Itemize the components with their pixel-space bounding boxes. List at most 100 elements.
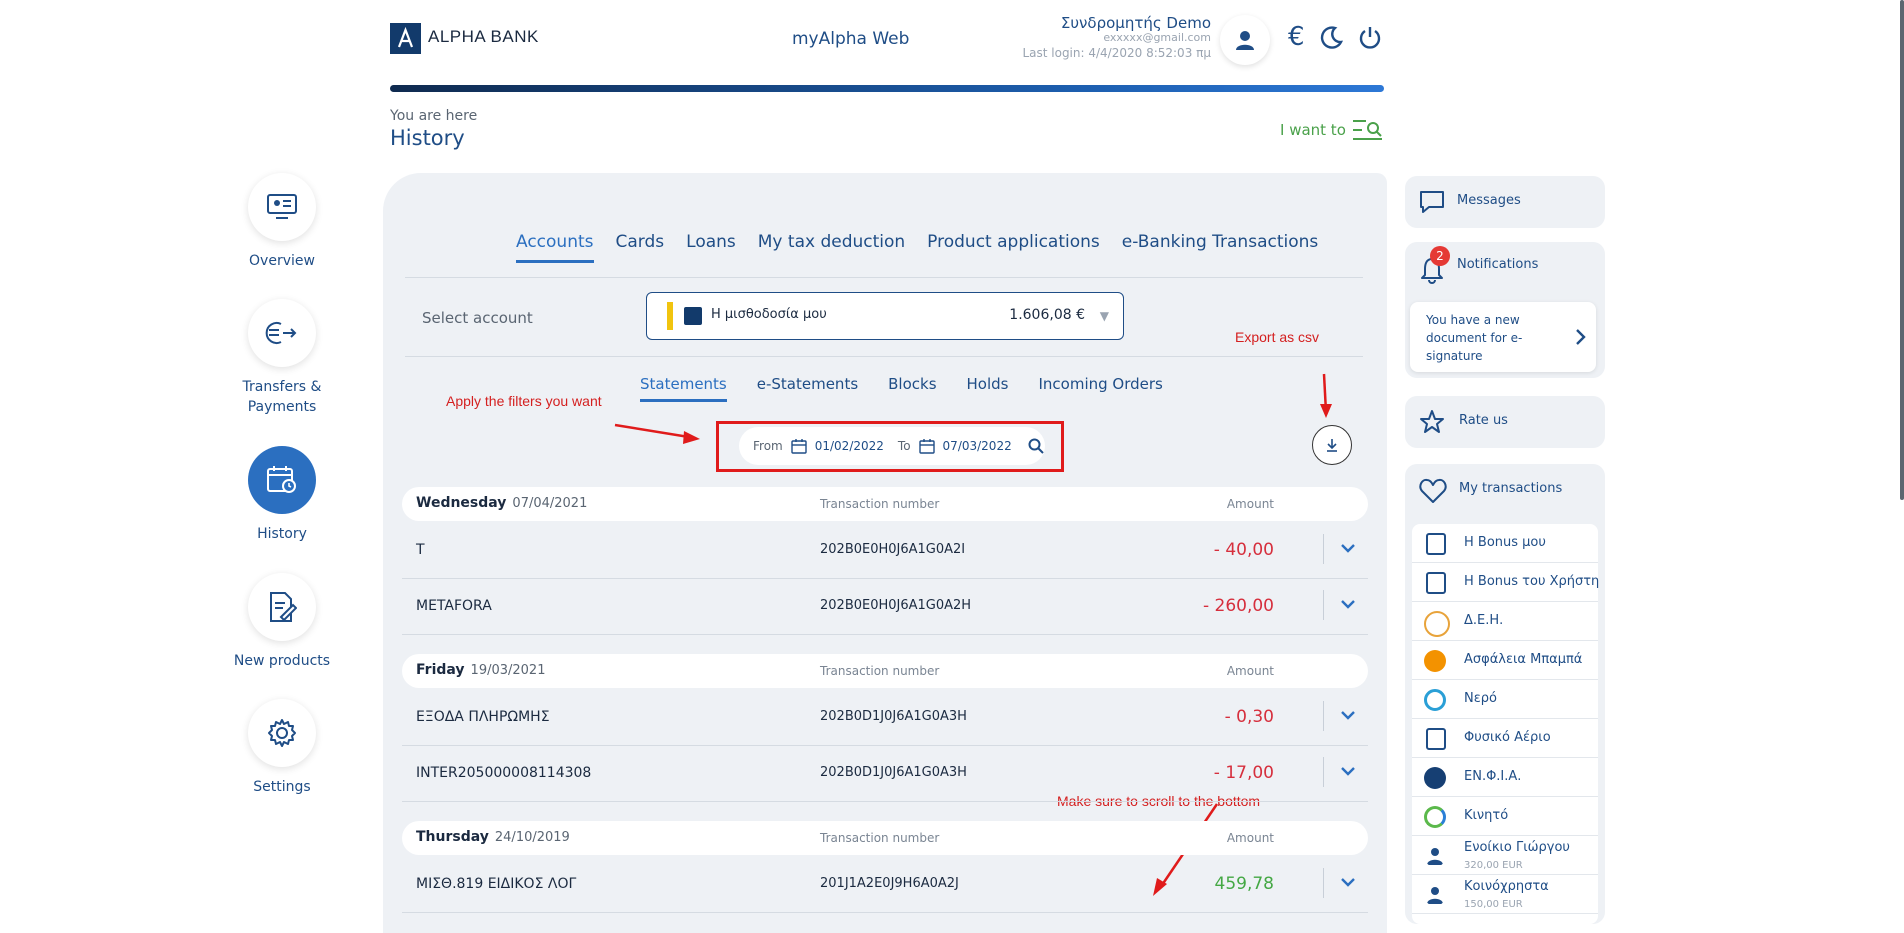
bonus-icon xyxy=(1426,533,1446,555)
shortcut-list: Η Bonus μου Η Bonus του Χρήστη Δ.Ε.Η. Ασ… xyxy=(1412,524,1600,924)
bonus-icon xyxy=(1426,572,1446,594)
shortcut-item[interactable]: Φυσικό Αέριο xyxy=(1412,719,1598,758)
messages-card[interactable]: Messages xyxy=(1405,176,1605,228)
col-transaction-number: Transaction number xyxy=(820,831,940,845)
rate-us-card[interactable]: Rate us xyxy=(1405,396,1605,448)
day-header: Thursday 24/10/2019 Transaction number Am… xyxy=(402,821,1368,855)
tx-amount: 459,78 xyxy=(1214,874,1274,894)
transaction-row[interactable]: T 202B0E0H0J6A1G0A2I - 40,00 xyxy=(402,522,1368,579)
tx-description: INTER205000008114308 xyxy=(416,765,592,781)
mobile-icon xyxy=(1424,806,1446,828)
divider xyxy=(1323,701,1324,731)
calendar-icon[interactable] xyxy=(791,438,807,454)
download-icon xyxy=(1327,439,1337,452)
transaction-row[interactable]: INTER205000008114308 202B0D1J0J6A1G0A3H … xyxy=(402,745,1368,802)
tx-number: 202B0D1J0J6A1G0A3H xyxy=(820,765,967,780)
day-name: Wednesday 07/04/2021 xyxy=(416,495,588,511)
tx-description: ΕΞΟΔΑ ΠΛΗΡΩΜΗΣ xyxy=(416,709,550,725)
tx-number: 201J1A2E0J9H6A0A2J xyxy=(820,876,959,891)
calendar-icon[interactable] xyxy=(918,438,935,454)
tx-description: ΜΙΣΘ.819 ΕΙΔΙΚΟΣ ΛΟΓ xyxy=(416,876,577,892)
tx-description: T xyxy=(416,542,425,558)
shortcut-item[interactable]: Η Bonus μου xyxy=(1412,524,1598,563)
search-icon[interactable] xyxy=(1028,438,1044,454)
chevron-down-icon[interactable] xyxy=(1338,705,1358,725)
from-date-input[interactable]: 01/02/2022 xyxy=(815,439,884,453)
tx-amount: - 260,00 xyxy=(1202,596,1274,616)
chat-bubble-icon xyxy=(1420,191,1444,213)
shortcut-item[interactable]: ΕΝ.Φ.Ι.Α. xyxy=(1412,758,1598,797)
notification-text: You have a new document for e-signature xyxy=(1426,313,1523,363)
day-name: Thursday 24/10/2019 xyxy=(416,829,570,845)
shortcut-item[interactable]: Κοινόχρηστα 150,00 EUR xyxy=(1412,875,1598,914)
shortcut-label: Η Bonus του Χρήστη xyxy=(1464,574,1600,589)
col-amount: Amount xyxy=(1226,831,1274,845)
chevron-down-icon[interactable] xyxy=(1338,872,1358,892)
day-name: Friday 19/03/2021 xyxy=(416,662,546,678)
col-transaction-number: Transaction number xyxy=(820,497,940,511)
shortcut-label: Φυσικό Αέριο xyxy=(1464,730,1551,745)
col-amount: Amount xyxy=(1226,664,1274,678)
my-transactions-title: My transactions xyxy=(1459,481,1563,496)
day-date: 19/03/2021 xyxy=(470,663,546,678)
rate-us-title: Rate us xyxy=(1459,413,1508,428)
tx-number: 202B0E0H0J6A1G0A2I xyxy=(820,542,966,557)
divider xyxy=(1323,534,1324,564)
chevron-down-icon[interactable] xyxy=(1338,538,1358,558)
insurance-icon xyxy=(1424,650,1446,672)
star-icon xyxy=(1420,410,1444,433)
shortcut-label: Ενοίκιο Γιώργου xyxy=(1464,840,1570,855)
day-date: 07/04/2021 xyxy=(512,496,588,511)
shortcut-label: Δ.Ε.Η. xyxy=(1464,613,1504,628)
shortcut-item[interactable]: Ασφάλεια Μπαμπά xyxy=(1412,641,1598,680)
chevron-down-icon[interactable] xyxy=(1338,761,1358,781)
shortcut-item[interactable]: Κινητό xyxy=(1412,797,1598,836)
shortcut-label: Νερό xyxy=(1464,691,1497,706)
export-csv-button[interactable] xyxy=(1312,425,1352,465)
tx-description: METAFORA xyxy=(416,598,492,614)
divider xyxy=(1323,868,1324,898)
tx-number: 202B0E0H0J6A1G0A2H xyxy=(820,598,972,613)
enfia-icon xyxy=(1424,767,1446,789)
date-filter: From 01/02/2022 To 07/03/2022 xyxy=(739,427,1045,465)
transaction-row[interactable]: ΜΙΣΘ.819 ΕΙΔΙΚΟΣ ΛΟΓ 201J1A2E0J9H6A0A2J … xyxy=(402,856,1368,913)
transaction-row[interactable]: METAFORA 202B0E0H0J6A1G0A2H - 260,00 xyxy=(402,578,1368,635)
from-label: From xyxy=(753,439,783,453)
divider xyxy=(1323,590,1324,620)
notification-count-badge: 2 xyxy=(1430,246,1450,266)
tx-number: 202B0D1J0J6A1G0A3H xyxy=(820,709,967,724)
shortcut-item[interactable]: Δ.Ε.Η. xyxy=(1412,602,1598,641)
col-transaction-number: Transaction number xyxy=(820,664,940,678)
notification-item[interactable]: You have a new document for e-signature xyxy=(1410,302,1596,372)
person-icon xyxy=(1427,848,1443,865)
tx-amount: - 0,30 xyxy=(1224,707,1274,727)
transaction-row[interactable]: ΕΞΟΔΑ ΠΛΗΡΩΜΗΣ 202B0D1J0J6A1G0A3H - 0,30 xyxy=(402,689,1368,746)
shortcut-label: Ασφάλεια Μπαμπά xyxy=(1464,652,1583,667)
day-header: Wednesday 07/04/2021 Transaction number A… xyxy=(402,487,1368,521)
day-date: 24/10/2019 xyxy=(494,830,570,845)
shortcut-item[interactable]: Νερό xyxy=(1412,680,1598,719)
tx-amount: - 40,00 xyxy=(1213,540,1274,560)
deh-icon xyxy=(1424,611,1450,637)
shortcut-amount: 320,00 EUR xyxy=(1464,860,1523,871)
day-header: Friday 19/03/2021 Transaction number Amou… xyxy=(402,654,1368,688)
person-icon xyxy=(1427,887,1443,904)
divider xyxy=(1323,757,1324,787)
chevron-down-icon[interactable] xyxy=(1338,594,1358,614)
shortcut-label: Κοινόχρηστα xyxy=(1464,879,1549,894)
shortcut-amount: 150,00 EUR xyxy=(1464,899,1523,910)
bonus-icon xyxy=(1426,728,1446,750)
notifications-title: Notifications xyxy=(1457,257,1539,272)
heart-icon xyxy=(1419,478,1447,503)
shortcut-item[interactable]: Ενοίκιο Γιώργου 320,00 EUR xyxy=(1412,836,1598,875)
col-amount: Amount xyxy=(1226,497,1274,511)
shortcut-label: Κινητό xyxy=(1464,808,1509,823)
to-date-input[interactable]: 07/03/2022 xyxy=(943,439,1012,453)
messages-title: Messages xyxy=(1457,193,1521,208)
to-label: To xyxy=(897,439,911,453)
shortcut-label: ΕΝ.Φ.Ι.Α. xyxy=(1464,769,1522,784)
shortcut-item[interactable]: Η Bonus του Χρήστη xyxy=(1412,563,1600,602)
chevron-right-icon xyxy=(1576,329,1586,345)
page-scrollbar[interactable] xyxy=(1900,0,1904,500)
tx-amount: - 17,00 xyxy=(1213,763,1274,783)
